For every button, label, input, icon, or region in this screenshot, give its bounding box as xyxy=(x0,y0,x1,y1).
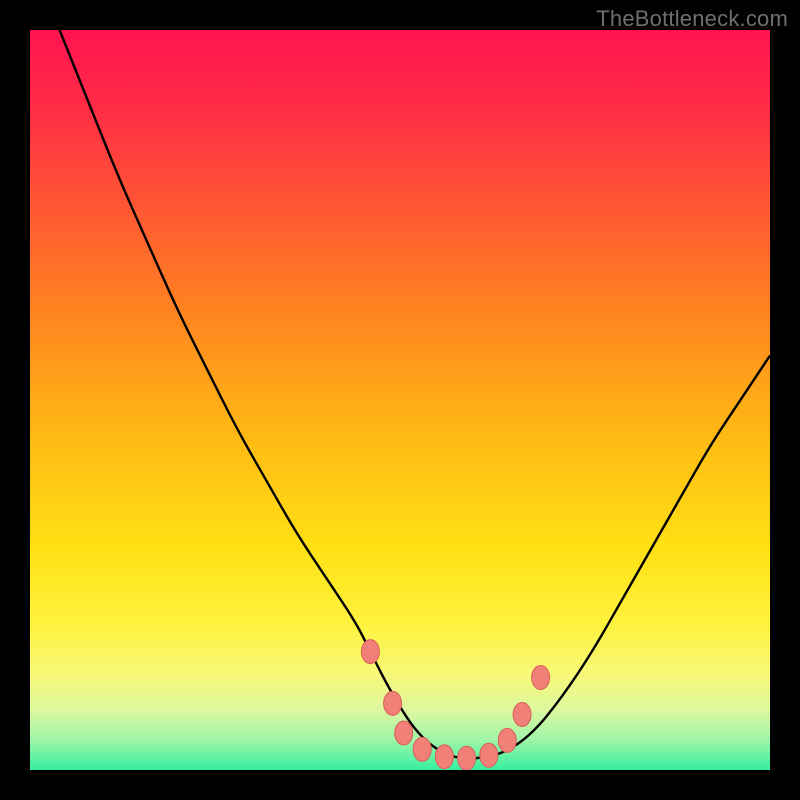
marker-dot xyxy=(395,721,413,745)
gradient-background xyxy=(30,30,770,770)
marker-dot xyxy=(513,703,531,727)
marker-dot xyxy=(498,728,516,752)
marker-dot xyxy=(532,666,550,690)
marker-dot xyxy=(413,737,431,761)
marker-dot xyxy=(458,746,476,770)
plot-area xyxy=(30,30,770,770)
chart-frame: TheBottleneck.com xyxy=(0,0,800,800)
marker-dot xyxy=(435,745,453,769)
bottleneck-chart xyxy=(30,30,770,770)
marker-dot xyxy=(480,743,498,767)
marker-dot xyxy=(361,640,379,664)
marker-dot xyxy=(384,691,402,715)
watermark-text: TheBottleneck.com xyxy=(596,6,788,32)
